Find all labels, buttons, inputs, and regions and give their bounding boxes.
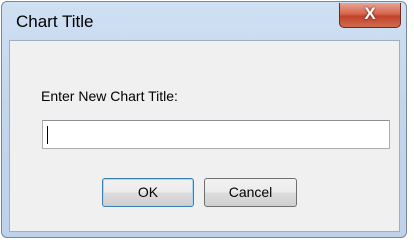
text-caret	[47, 126, 48, 144]
close-button[interactable]: X	[339, 3, 401, 28]
dialog-title: Chart Title	[16, 12, 94, 31]
close-icon: X	[364, 4, 376, 23]
ok-button[interactable]: OK	[102, 178, 194, 207]
chart-title-dialog: Chart Title X Enter New Chart Title: OK …	[1, 1, 407, 238]
title-bar[interactable]: Chart Title X	[2, 2, 406, 40]
cancel-button[interactable]: Cancel	[204, 178, 297, 207]
prompt-label: Enter New Chart Title:	[41, 88, 178, 104]
chart-title-input[interactable]	[42, 120, 390, 149]
dialog-body: Enter New Chart Title: OK Cancel	[9, 40, 400, 232]
